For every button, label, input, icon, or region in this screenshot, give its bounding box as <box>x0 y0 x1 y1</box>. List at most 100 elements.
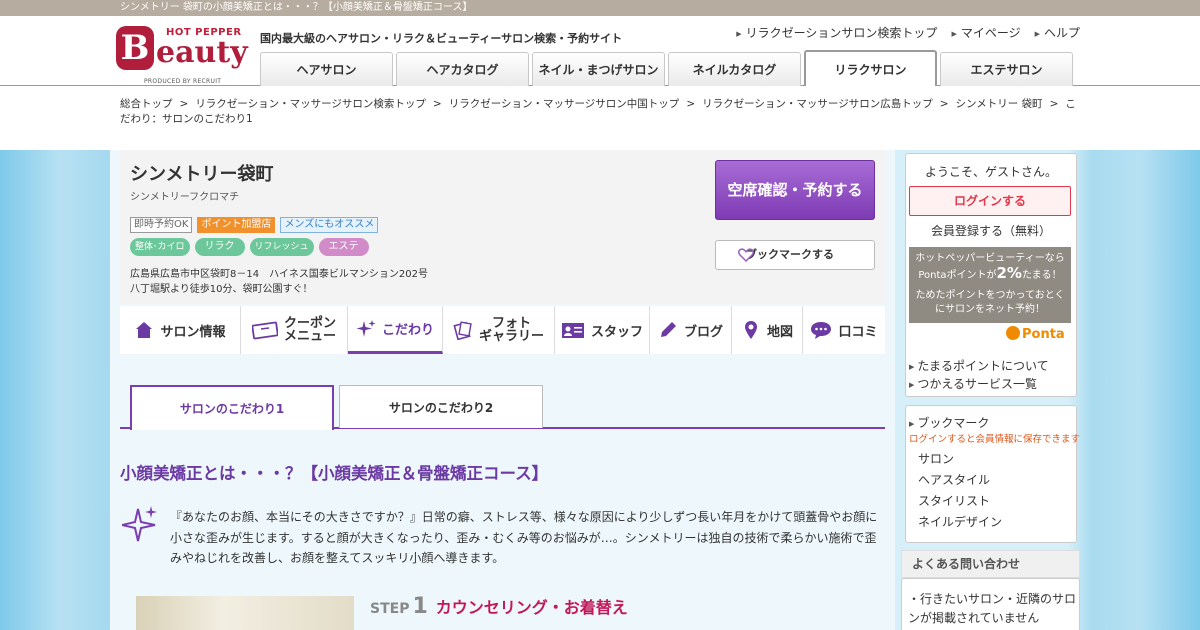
ponta-line-2: Pontaポイントが2%たまる！ <box>909 266 1071 283</box>
breadcrumb-separator: > <box>939 98 949 110</box>
salon-nav-label: メニュー <box>283 329 336 344</box>
salon-nav-label: サロン情報 <box>160 324 226 340</box>
id-card-icon <box>561 323 584 338</box>
subtab-kodawari-1[interactable]: サロンのこだわり1 <box>130 385 334 430</box>
kodawari-intro: 『あなたのお顔、本当にその大きさですか？』日常の癖、ストレス等、様々な原因により… <box>170 510 878 565</box>
global-nav: ヘアサロン ヘアカタログ ネイル・まつげサロン ネイルカタログ リラクサロン エ… <box>260 50 1073 86</box>
salon-nav: サロン情報 クーポン メニュー こだわり フォト ギャラリー スタッフ ブログ 地図… <box>120 306 885 354</box>
sparkle-icon <box>356 319 376 337</box>
kodawari-subtabs: サロンのこだわり1 サロンのこだわり2 <box>120 385 885 430</box>
link-help[interactable]: ヘルプ <box>1035 24 1080 41</box>
salon-nav-reviews[interactable]: 口コミ <box>803 306 885 354</box>
header-links: リラクゼーションサロン検索トップ マイページ ヘルプ <box>736 24 1080 41</box>
logo-word: eauty <box>156 35 248 70</box>
salon-nav-label: 口コミ <box>838 324 878 340</box>
sparkle-icon <box>122 506 157 542</box>
salon-nav-label: こだわり <box>381 323 434 338</box>
map-pin-icon <box>744 321 757 339</box>
bookmark-hairstyle[interactable]: ヘアスタイル <box>918 471 990 488</box>
salon-nav-staff[interactable]: スタッフ <box>555 306 650 354</box>
shop-kana: シンメトリーフクロマチ <box>130 192 240 203</box>
breadcrumb-item[interactable]: リラクゼーション・マッサージサロン中国トップ <box>449 98 680 110</box>
shop-address: 広島県広島市中区袋町8－14 ハイネス国泰ビルマンション202号 <box>130 269 428 280</box>
step-title: カウンセリング・お着替え <box>435 598 628 617</box>
ponta-percent: 2% <box>996 264 1022 282</box>
ponta-line-1: ホットペッパービューティーなら <box>915 253 1065 264</box>
link-point-about[interactable]: たまるポイントについて <box>909 357 1048 374</box>
salon-nav-label: ギャラリー <box>478 329 544 344</box>
step-photo <box>136 596 354 630</box>
salon-nav-map[interactable]: 地図 <box>732 306 803 354</box>
faq-item[interactable]: ・行きたいサロン・近隣のサロンが掲載されていません <box>908 590 1076 628</box>
badge-point-member: ポイント加盟店 <box>197 217 276 233</box>
faq-title: よくある問い合わせ <box>901 550 1080 578</box>
link-mypage[interactable]: マイページ <box>951 24 1021 41</box>
step-heading: STEP 1 カウンセリング・お着替え <box>370 594 628 619</box>
ponta-text: たまる！ <box>1021 270 1062 281</box>
category-relax: リラク <box>194 238 245 256</box>
bookmark-salon[interactable]: サロン <box>918 450 954 467</box>
site-header: B HOT PEPPER eauty PRODUCED BY RECRUIT 国… <box>0 16 1200 86</box>
tab-nail-catalog[interactable]: ネイルカタログ <box>668 52 801 86</box>
breadcrumb: 総合トップ > リラクゼーション・マッサージサロン検索トップ > リラクゼーション・マッ… <box>120 97 1080 127</box>
link-relax-search-top[interactable]: リラクゼーションサロン検索トップ <box>736 24 938 41</box>
logo-produced-by: PRODUCED BY RECRUIT <box>144 78 222 85</box>
salon-nav-label: スタッフ <box>590 324 643 340</box>
salon-nav-blog[interactable]: ブログ <box>650 306 732 354</box>
ponta-logo-text: Ponta <box>1022 327 1065 342</box>
shop-badges: 即時予約OK ポイント加盟店 メンズにもオススメ <box>130 217 379 233</box>
tab-hair-salon[interactable]: ヘアサロン <box>260 52 393 86</box>
badge-instant-booking: 即時予約OK <box>130 217 193 233</box>
site-tagline: 国内最大級のヘアサロン・リラク＆ビューティーサロン検索・予約サイト <box>260 32 623 45</box>
bookmark-note: ログインすると会員情報に保存できます <box>909 434 1081 445</box>
ponta-logo: Ponta <box>1006 326 1065 342</box>
salon-nav-info[interactable]: サロン情報 <box>120 306 241 354</box>
category-seitai: 整体･カイロ <box>130 238 190 256</box>
kodawari-title: 小顔美矯正とは・・・？【小顔美矯正＆骨盤矯正コース】 <box>120 464 549 483</box>
bookmark-title[interactable]: ブックマーク <box>909 414 989 431</box>
ponta-promo[interactable]: ホットペッパービューティーなら Pontaポイントが2%たまる！ ためたポイント… <box>909 247 1071 323</box>
hotpepper-beauty-logo[interactable]: B HOT PEPPER eauty PRODUCED BY RECRUIT <box>116 24 251 85</box>
logo-b-mark: B <box>116 26 154 70</box>
link-point-services[interactable]: つかえるサービス一覧 <box>909 375 1037 392</box>
salon-nav-label: 地図 <box>766 324 793 340</box>
page-title-bar: シンメトリー 袋町の小顔美矯正とは・・・？【小顔美矯正＆骨盤矯正コース】 <box>0 0 1200 16</box>
heart-icon <box>738 248 754 262</box>
tab-relax-salon[interactable]: リラクサロン <box>804 50 937 86</box>
step-number: 1 <box>412 594 428 619</box>
speech-bubble-icon <box>811 322 832 339</box>
breadcrumb-item[interactable]: シンメトリー 袋町 <box>956 98 1043 110</box>
photo-icon <box>453 321 472 340</box>
salon-nav-photo[interactable]: フォト ギャラリー <box>443 306 555 354</box>
badge-mens-recommended: メンズにもオススメ <box>280 217 379 233</box>
house-icon <box>136 322 153 338</box>
breadcrumb-item[interactable]: リラクゼーション・マッサージサロン広島トップ <box>702 98 933 110</box>
bookmark-nail-design[interactable]: ネイルデザイン <box>918 513 1002 530</box>
bookmark-button[interactable]: ブックマークする <box>715 240 875 270</box>
salon-nav-coupon[interactable]: クーポン メニュー <box>241 306 348 354</box>
shop-categories: 整体･カイロ リラク リフレッシュ エステ <box>130 238 369 256</box>
bookmark-stylist[interactable]: スタイリスト <box>918 492 990 509</box>
subtab-kodawari-2[interactable]: サロンのこだわり2 <box>339 385 543 428</box>
breadcrumb-separator: > <box>179 98 189 110</box>
category-refresh: リフレッシュ <box>249 238 314 256</box>
ponta-text: Pontaポイントが <box>918 270 997 281</box>
shop-access: 八丁堀駅より徒歩10分、袋町公園すぐ！ <box>130 284 313 295</box>
shop-address-block: 広島県広島市中区袋町8－14 ハイネス国泰ビルマンション202号 八丁堀駅より徒… <box>130 267 428 297</box>
shop-name: シンメトリー袋町 <box>130 164 274 185</box>
tab-nail-eyelash[interactable]: ネイル・まつげサロン <box>532 52 665 86</box>
tab-hair-catalog[interactable]: ヘアカタログ <box>396 52 529 86</box>
breadcrumb-item[interactable]: 総合トップ <box>120 98 173 110</box>
breadcrumb-separator: > <box>1049 98 1059 110</box>
category-esthe: エステ <box>318 238 369 256</box>
salon-nav-kodawari[interactable]: こだわり <box>348 306 443 354</box>
login-button[interactable]: ログインする <box>909 186 1071 216</box>
ticket-icon <box>251 321 278 340</box>
breadcrumb-item[interactable]: リラクゼーション・マッサージサロン検索トップ <box>195 98 426 110</box>
signup-link[interactable]: 会員登録する（無料） <box>905 222 1077 239</box>
tab-esthe-salon[interactable]: エステサロン <box>940 52 1073 86</box>
reserve-button[interactable]: 空席確認・予約する <box>715 160 875 220</box>
breadcrumb-separator: > <box>686 98 696 110</box>
ponta-line-4: にサロンをネット予約！ <box>935 304 1045 315</box>
ponta-face-icon <box>1006 326 1020 340</box>
